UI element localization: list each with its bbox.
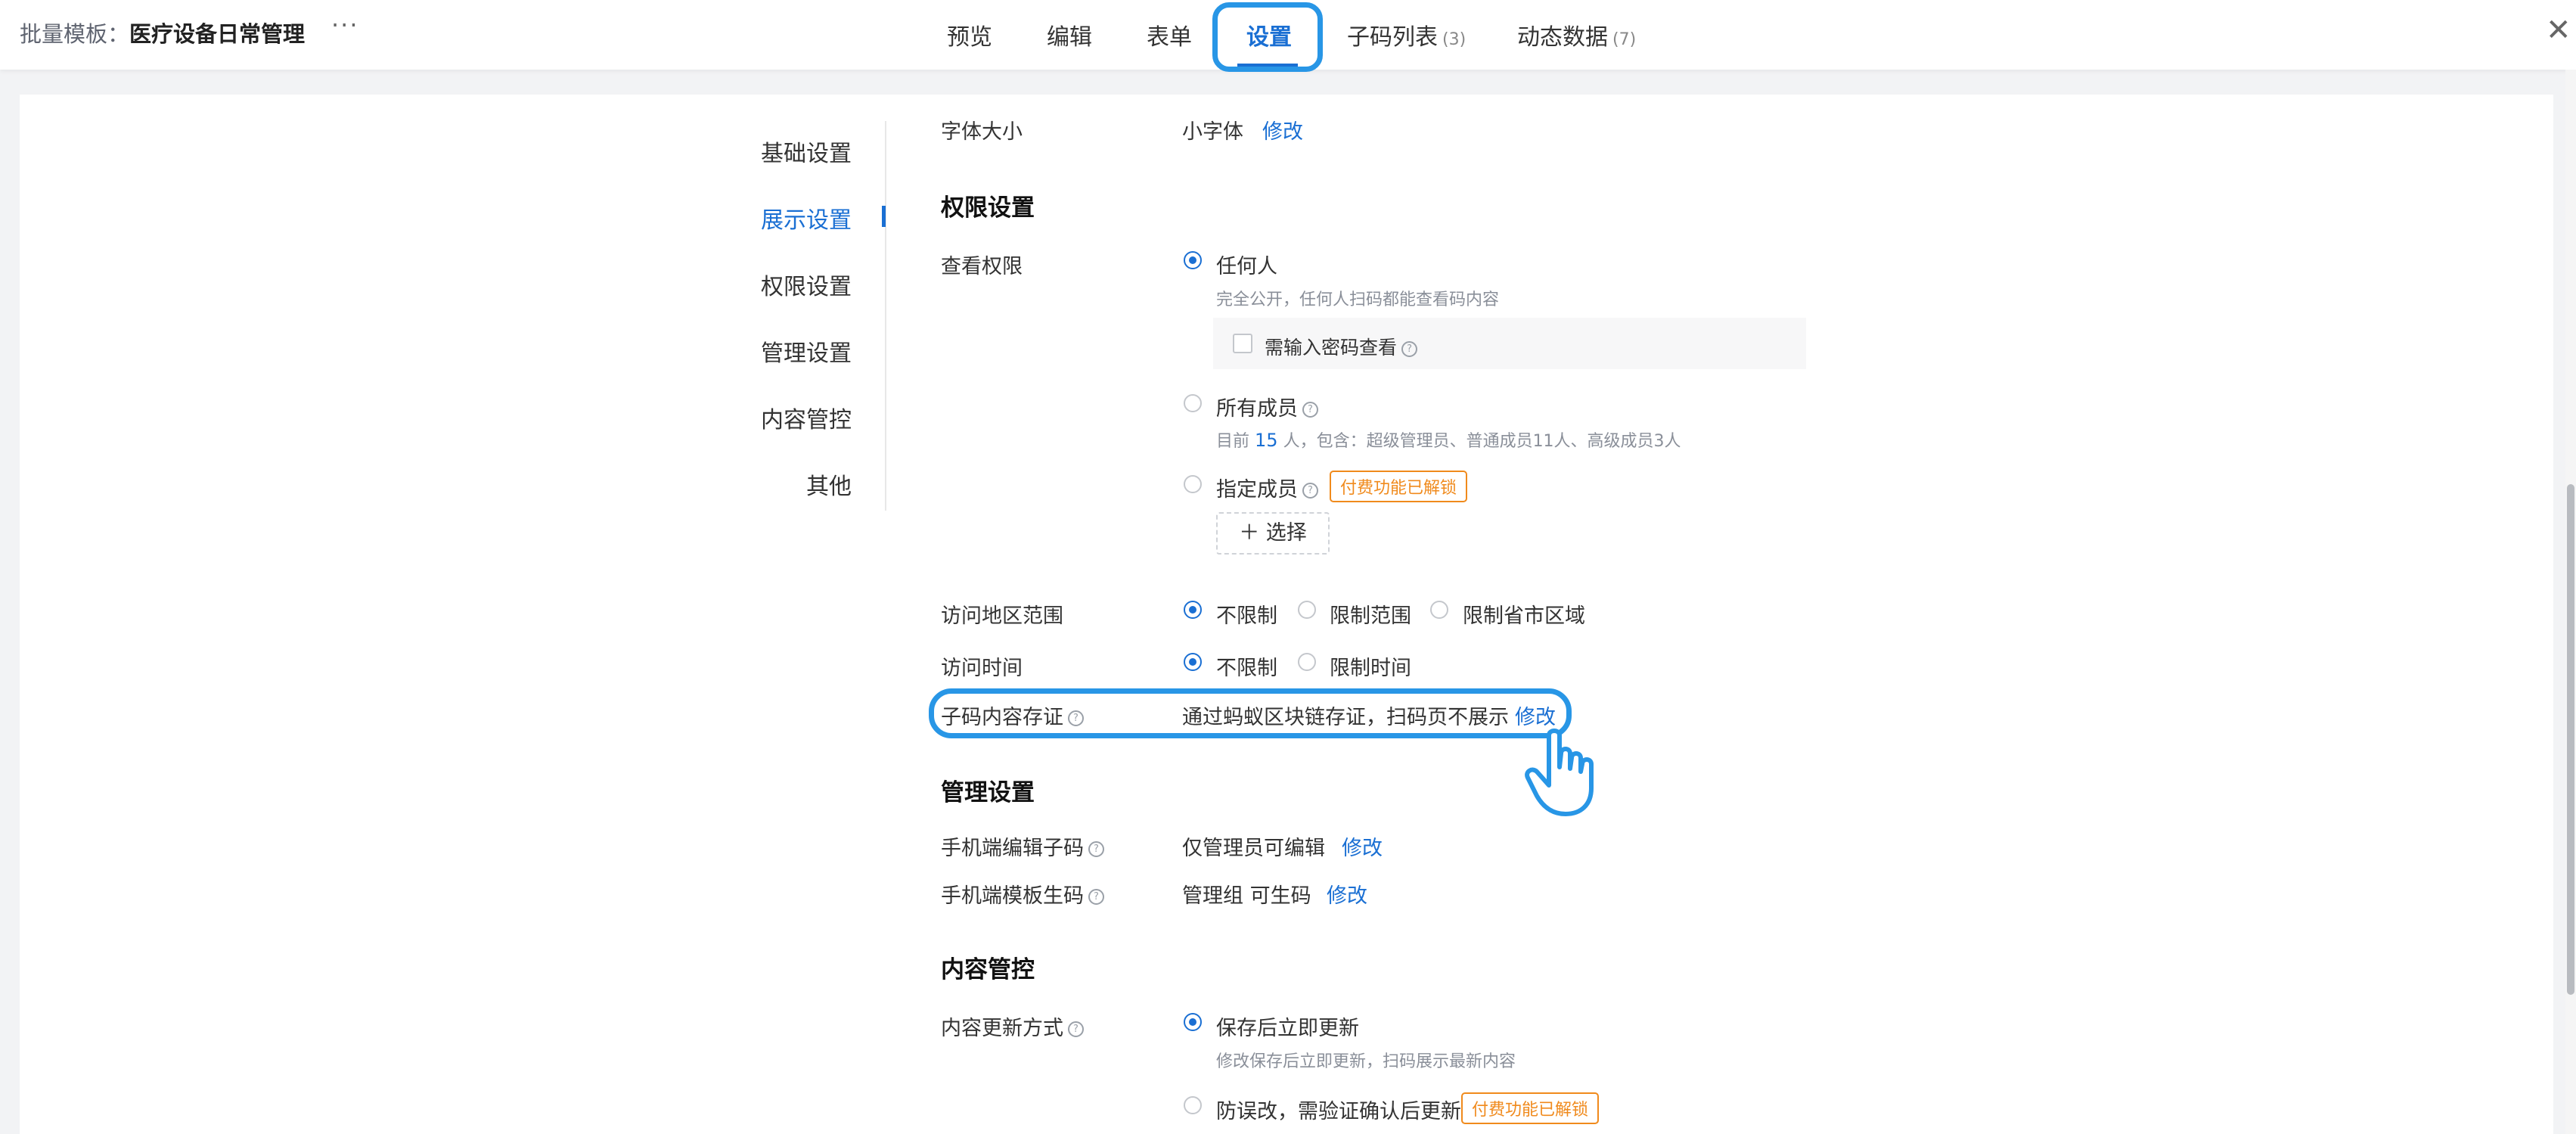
- help-circle-icon[interactable]: ?: [1302, 402, 1318, 418]
- radio-update-immediate[interactable]: [1184, 1013, 1202, 1031]
- region-label: 访问地区范围: [941, 604, 1063, 628]
- nav-management-settings[interactable]: 管理设置: [700, 334, 852, 368]
- radio-time-limited[interactable]: [1298, 653, 1316, 671]
- tab-sub-code-list[interactable]: 子码列表 (3): [1347, 18, 1466, 51]
- radio-all-members[interactable]: [1184, 394, 1202, 412]
- help-circle-icon[interactable]: ?: [1088, 889, 1104, 905]
- nav-display-settings[interactable]: 展示设置: [700, 201, 852, 235]
- tab-label: 动态数据: [1517, 24, 1608, 51]
- nav-basic-settings[interactable]: 基础设置: [700, 135, 852, 168]
- time-label: 访问时间: [941, 657, 1023, 680]
- permission-section-title: 权限设置: [941, 194, 1035, 222]
- hand-pointer-icon: [1525, 729, 1594, 816]
- radio-anyone[interactable]: [1184, 251, 1202, 269]
- view-permission-label: 查看权限: [941, 255, 1023, 278]
- anyone-description: 完全公开，任何人扫码都能查看码内容: [1216, 290, 1500, 309]
- password-checkbox-label[interactable]: 需输入密码查看: [1265, 337, 1397, 359]
- tab-form[interactable]: 表单: [1147, 18, 1192, 51]
- radio-region-limited-label[interactable]: 限制范围: [1330, 599, 1411, 629]
- scrollbar-thumb[interactable]: [2567, 484, 2574, 995]
- radio-time-limited-label[interactable]: 限制时间: [1330, 651, 1411, 681]
- radio-region-province[interactable]: [1430, 601, 1448, 619]
- tab-count: (7): [1612, 30, 1637, 49]
- help-circle-icon[interactable]: ?: [1302, 483, 1318, 499]
- evidence-row-highlight: [929, 688, 1572, 738]
- tab-edit[interactable]: 编辑: [1047, 18, 1092, 51]
- tab-preview[interactable]: 预览: [947, 18, 992, 51]
- radio-specified-members-label[interactable]: 指定成员: [1216, 478, 1298, 502]
- nav-permission-settings[interactable]: 权限设置: [700, 268, 852, 301]
- radio-specified-members-row: 指定成员?: [1216, 473, 1318, 502]
- close-icon[interactable]: ✕: [2546, 15, 2571, 45]
- tab-count: (3): [1442, 30, 1466, 49]
- radio-time-unlimited-label[interactable]: 不限制: [1216, 651, 1277, 681]
- members-desc-suffix: 人，包含：超级管理员、普通成员11人、高级成员3人: [1283, 432, 1681, 451]
- radio-update-confirm-label[interactable]: 防误改，需验证确认后更新: [1216, 1095, 1461, 1124]
- radio-update-confirm[interactable]: [1184, 1096, 1202, 1114]
- nav-content-control[interactable]: 内容管控: [700, 401, 852, 434]
- font-size-label: 字体大小: [941, 120, 1023, 144]
- mobile-generate-link[interactable]: 修改: [1327, 879, 1367, 909]
- select-button-label: 选择: [1265, 521, 1307, 545]
- help-circle-icon[interactable]: ?: [1401, 340, 1418, 357]
- radio-all-members-row: 所有成员?: [1216, 392, 1318, 421]
- update-mode-label-row: 内容更新方式?: [941, 1011, 1084, 1041]
- radio-region-limited[interactable]: [1298, 601, 1316, 619]
- template-name: 医疗设备日常管理: [129, 21, 306, 47]
- update-mode-label: 内容更新方式: [941, 1017, 1063, 1040]
- top-header: 批量模板：医疗设备日常管理 ··· 预览 编辑 表单 设置 子码列表 (3) 动态…: [0, 0, 2576, 72]
- help-circle-icon[interactable]: ?: [1068, 1021, 1084, 1037]
- radio-specified-members[interactable]: [1184, 475, 1202, 493]
- paid-feature-badge: 付费功能已解锁: [1461, 1092, 1600, 1124]
- ellipsis-icon[interactable]: ···: [331, 11, 359, 39]
- nav-other[interactable]: 其他: [700, 468, 852, 501]
- update-immediate-description: 修改保存后立即更新，扫码展示最新内容: [1216, 1052, 1516, 1071]
- radio-region-unlimited-label[interactable]: 不限制: [1216, 599, 1277, 629]
- password-checkbox-row: 需输入密码查看?: [1265, 333, 1418, 360]
- font-size-edit-link[interactable]: 修改: [1262, 115, 1303, 144]
- plus-icon: ＋: [1239, 521, 1260, 545]
- members-count: 15: [1255, 430, 1278, 451]
- content-control-section-title: 内容管控: [941, 956, 1035, 983]
- tab-label: 子码列表: [1347, 24, 1438, 51]
- members-description: 目前 15 人，包含：超级管理员、普通成员11人、高级成员3人: [1216, 427, 1681, 452]
- page-title: 批量模板：医疗设备日常管理: [20, 17, 305, 48]
- mobile-edit-link[interactable]: 修改: [1342, 831, 1383, 861]
- nav-divider: [885, 121, 886, 511]
- font-size-value: 小字体: [1182, 120, 1243, 144]
- radio-region-province-label[interactable]: 限制省市区域: [1463, 599, 1585, 629]
- nav-active-indicator: [882, 206, 886, 227]
- password-checkbox[interactable]: [1233, 334, 1252, 353]
- settings-panel: [20, 95, 2553, 1134]
- select-members-button[interactable]: ＋ 选择: [1216, 512, 1330, 555]
- management-section-title: 管理设置: [941, 779, 1035, 806]
- mobile-edit-value: 仅管理员可编辑: [1182, 837, 1325, 860]
- mobile-edit-label-row: 手机端编辑子码?: [941, 831, 1104, 861]
- mobile-edit-label: 手机端编辑子码: [941, 837, 1084, 860]
- tab-dynamic-data[interactable]: 动态数据 (7): [1517, 18, 1636, 51]
- mobile-generate-label-row: 手机端模板生码?: [941, 879, 1104, 909]
- title-prefix: 批量模板：: [20, 21, 130, 47]
- mobile-generate-value: 管理组 可生码: [1182, 884, 1311, 908]
- radio-time-unlimited[interactable]: [1184, 653, 1202, 671]
- members-desc-prefix: 目前: [1216, 432, 1250, 451]
- paid-feature-badge: 付费功能已解锁: [1330, 471, 1468, 502]
- mobile-generate-label: 手机端模板生码: [941, 884, 1084, 908]
- radio-anyone-label[interactable]: 任何人: [1216, 250, 1277, 279]
- radio-update-immediate-label[interactable]: 保存后立即更新: [1216, 1011, 1359, 1041]
- help-circle-icon[interactable]: ?: [1088, 841, 1104, 857]
- radio-region-unlimited[interactable]: [1184, 601, 1202, 619]
- tab-settings-highlight: [1212, 2, 1323, 72]
- radio-all-members-label[interactable]: 所有成员: [1216, 397, 1298, 421]
